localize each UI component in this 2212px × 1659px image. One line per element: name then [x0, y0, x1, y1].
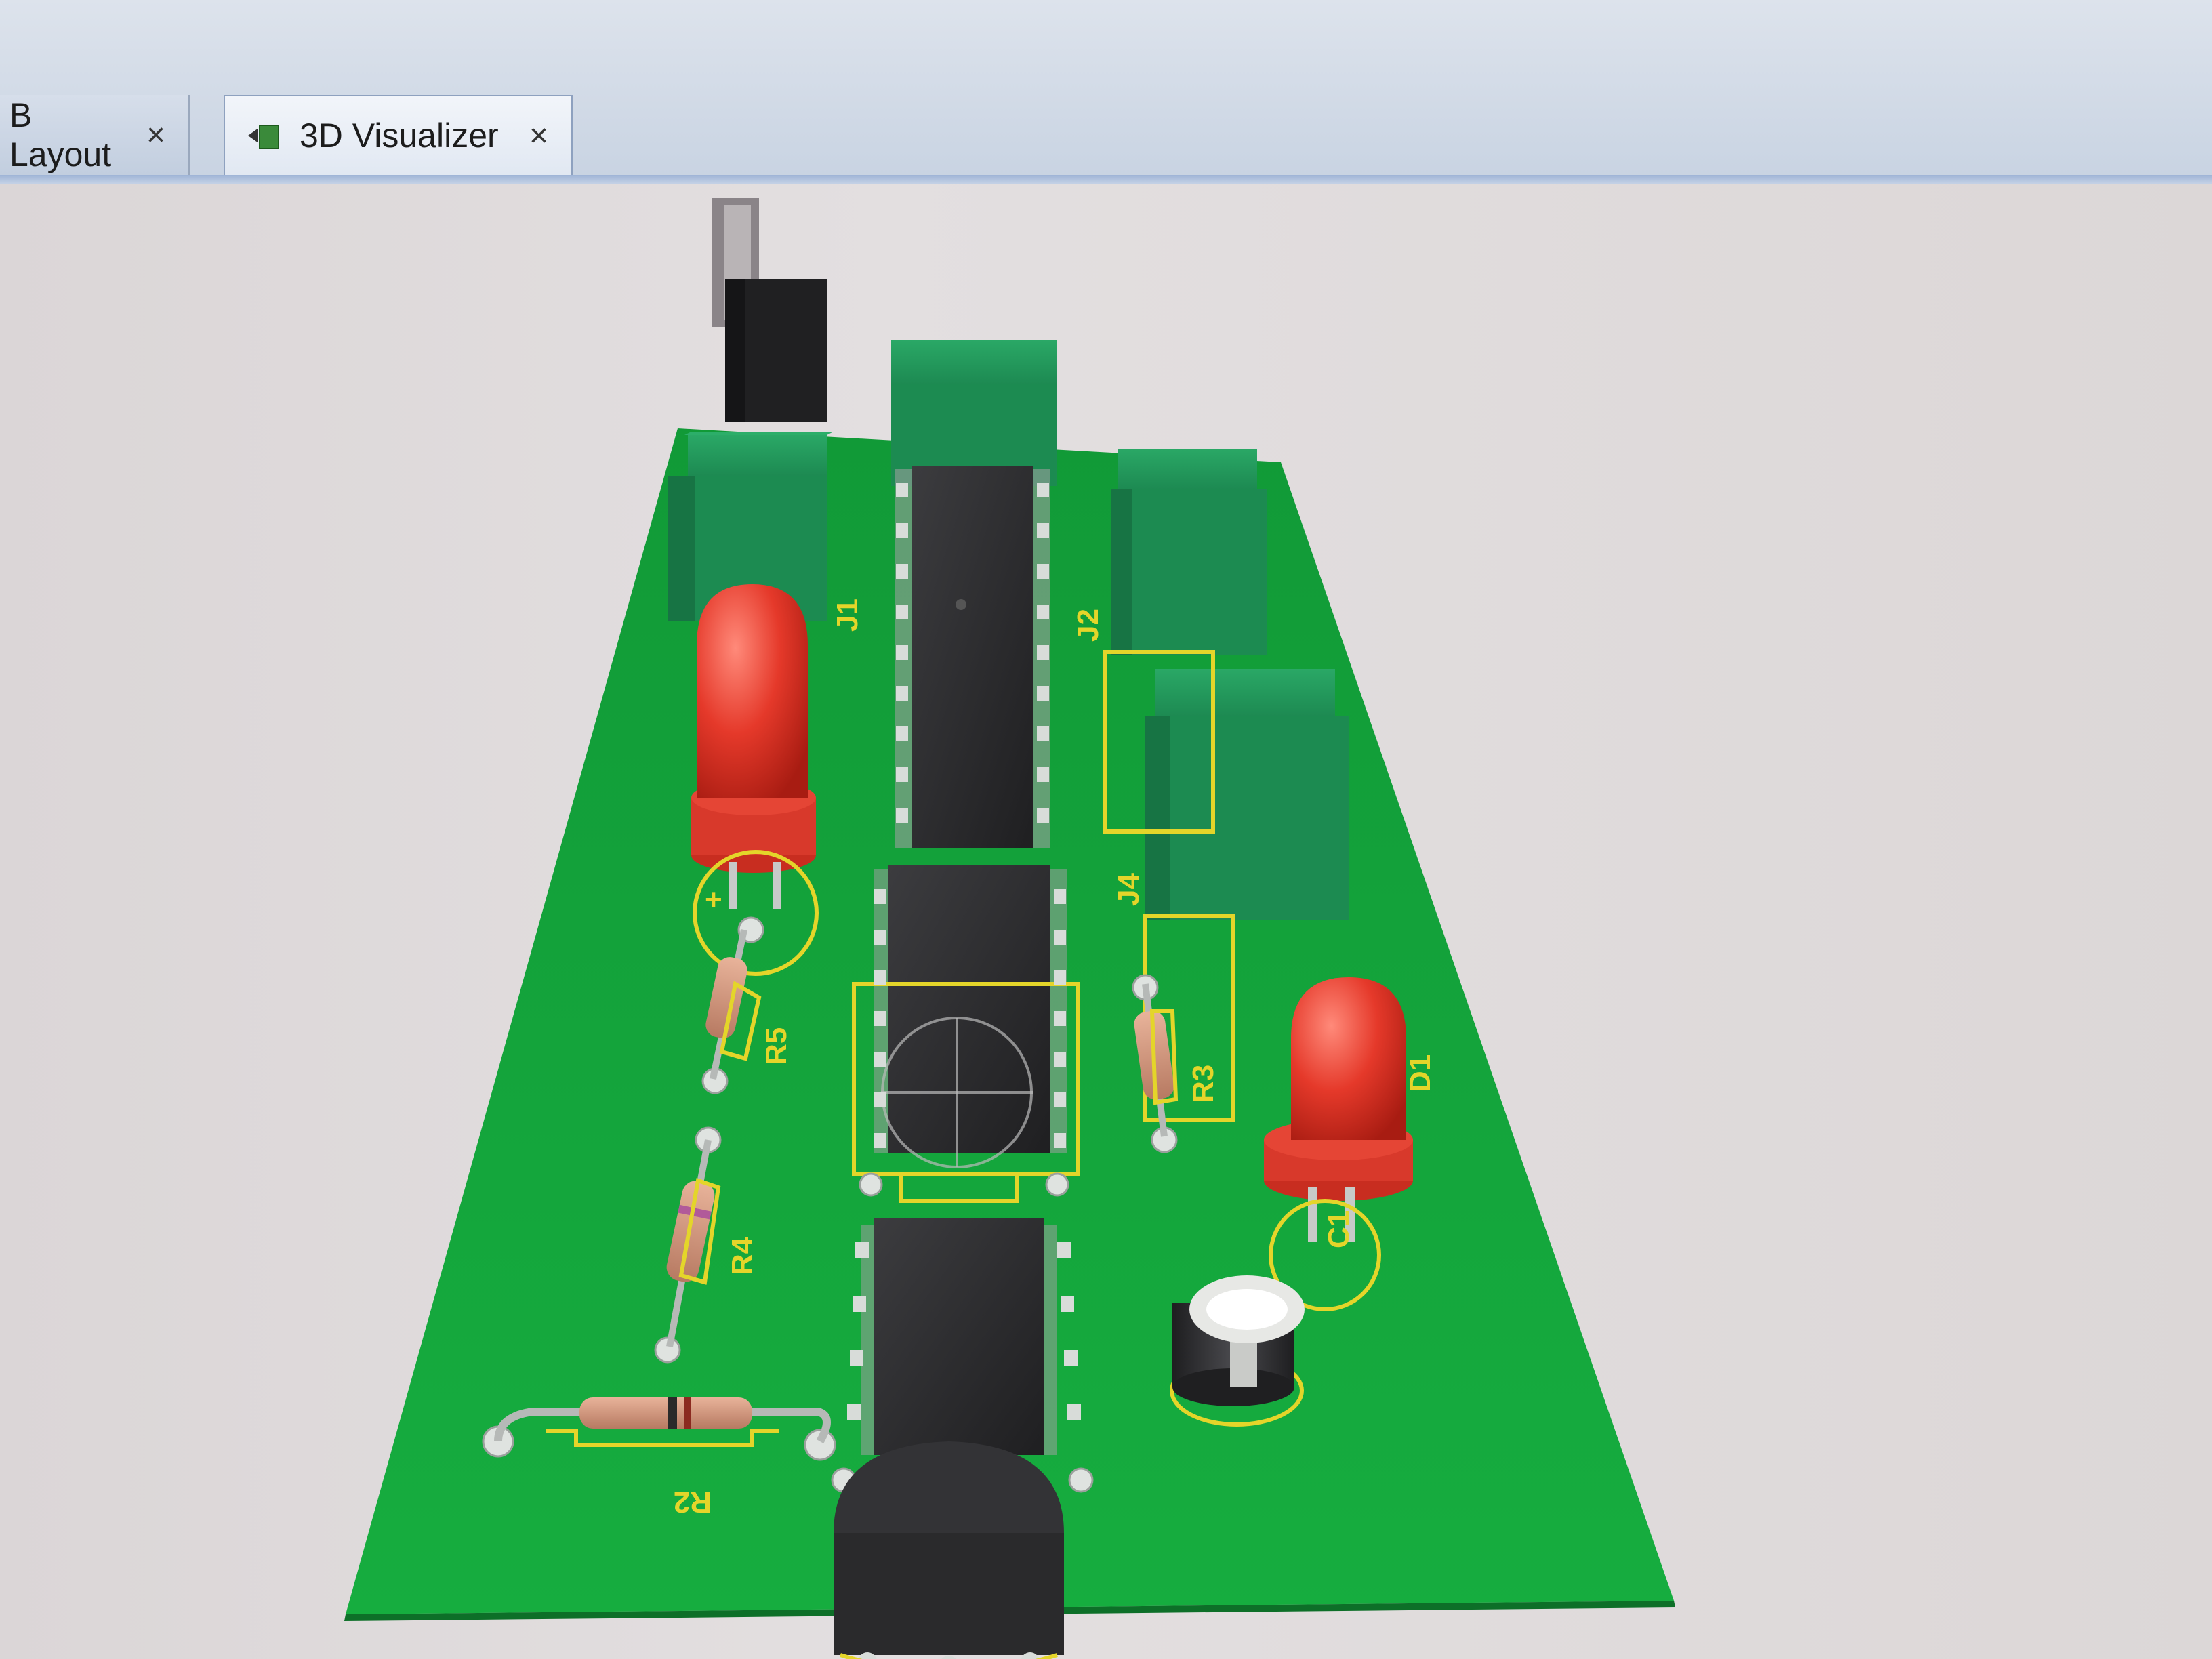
label-plus: +	[705, 883, 722, 916]
editor-tab-bar: B Layout × 3D Visualizer ×	[0, 0, 2212, 183]
3d-viewport[interactable]: J1 J2 J4 + R5 R4 R3 R2 D1 C1	[0, 184, 2212, 1659]
close-icon[interactable]: ×	[146, 117, 165, 154]
voltage-regulator	[712, 198, 827, 422]
label-r2: R2	[674, 1486, 712, 1519]
connector-j4	[1145, 669, 1349, 920]
3d-visualizer-icon	[248, 122, 281, 149]
transistor	[834, 1441, 1064, 1659]
tab-label: 3D Visualizer	[300, 117, 499, 155]
label-j1: J1	[831, 598, 864, 632]
tab-underline	[0, 175, 2212, 184]
tab-label: B Layout	[9, 96, 112, 173]
label-r5: R5	[760, 1027, 793, 1065]
label-d1: D1	[1404, 1054, 1437, 1092]
close-icon[interactable]: ×	[529, 117, 548, 155]
connector-j2	[1111, 449, 1267, 655]
label-r3: R3	[1187, 1065, 1220, 1103]
ic-bottom	[861, 1218, 1057, 1455]
ic-middle	[874, 865, 1067, 1168]
tab-3d-visualizer[interactable]: 3D Visualizer ×	[224, 95, 573, 175]
label-j4: J4	[1112, 873, 1145, 906]
label-c1: C1	[1322, 1210, 1355, 1248]
ic-top	[895, 466, 1050, 848]
label-r4: R4	[726, 1237, 759, 1275]
pcb-3d-render: J1 J2 J4 + R5 R4 R3 R2 D1 C1	[344, 198, 1675, 1659]
tab-pcb-layout[interactable]: B Layout ×	[0, 95, 190, 175]
connector-top	[891, 340, 1057, 486]
label-j2: J2	[1071, 609, 1105, 642]
